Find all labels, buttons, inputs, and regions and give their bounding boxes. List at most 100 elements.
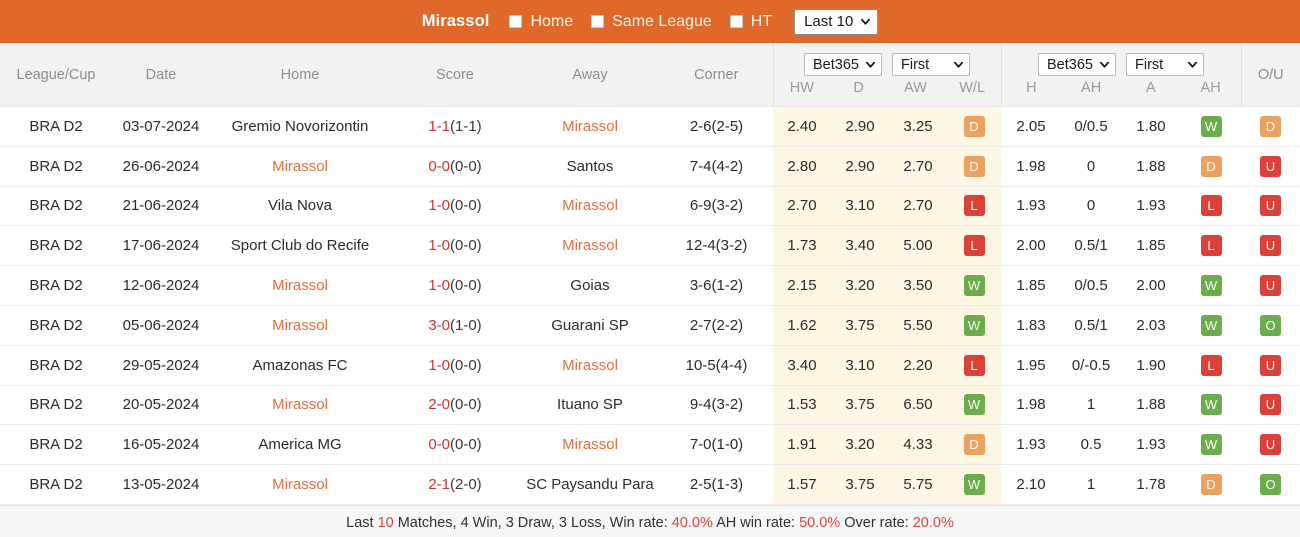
cell-result-wl: W xyxy=(947,385,1001,426)
cell-date: 17-06-2024 xyxy=(112,225,210,267)
period-select-1x2[interactable]: First xyxy=(892,53,970,76)
bookmaker-select-ah[interactable]: Bet365 xyxy=(1038,53,1116,76)
cell-score[interactable]: 1-1(1-1) xyxy=(390,106,520,147)
cell-away-team[interactable]: Mirassol xyxy=(520,345,660,386)
filter-toolbar: Mirassol Home Same League HT Last 10 xyxy=(0,0,1300,43)
period-select-ah[interactable]: First xyxy=(1126,53,1204,76)
cell-away-team[interactable]: SC Paysandu Para xyxy=(520,464,660,505)
table-row[interactable]: BRA D2 21-06-2024 Vila Nova 1-0(0-0) Mirasso… xyxy=(0,186,1300,227)
filter-ht[interactable]: HT xyxy=(729,13,772,31)
result-badge-ou: U xyxy=(1260,434,1281,456)
cell-ah-away-odds: 1.80 xyxy=(1121,106,1181,147)
table-row[interactable]: BRA D2 16-05-2024 America MG 0-0(0-0) Mirass… xyxy=(0,424,1300,466)
result-badge-ah: W xyxy=(1200,394,1222,416)
cell-home-team[interactable]: America MG xyxy=(210,424,390,466)
summary-win-rate: 40.0% xyxy=(671,515,713,532)
cell-score[interactable]: 1-0(0-0) xyxy=(390,265,520,306)
cell-result-wl: L xyxy=(947,345,1001,386)
table-row[interactable]: BRA D2 13-05-2024 Mirassol 2-1(2-0) SC Paysa… xyxy=(0,464,1300,505)
cell-ah-line: 0/0.5 xyxy=(1061,265,1121,306)
result-badge-ah: W xyxy=(1200,314,1222,336)
result-badge-ou: U xyxy=(1260,195,1281,217)
cell-ah-line: 0.5/1 xyxy=(1061,225,1121,267)
table-row[interactable]: BRA D2 26-06-2024 Mirassol 0-0(0-0) Santos 7-… xyxy=(0,146,1300,187)
page-title: Mirassol xyxy=(421,12,490,30)
cell-score[interactable]: 2-1(2-0) xyxy=(390,464,520,505)
cell-odds-aw: 5.00 xyxy=(889,225,947,267)
cell-away-team[interactable]: Mirassol xyxy=(520,225,660,267)
result-badge-ou: U xyxy=(1260,354,1281,376)
cell-home-team[interactable]: Vila Nova xyxy=(210,186,390,227)
table-row[interactable]: BRA D2 29-05-2024 Amazonas FC 1-0(0-0) Miras… xyxy=(0,345,1300,386)
cell-away-team[interactable]: Mirassol xyxy=(520,106,660,147)
result-badge-ah: L xyxy=(1200,235,1222,257)
table-row[interactable]: BRA D2 12-06-2024 Mirassol 1-0(0-0) Goias 3-6… xyxy=(0,265,1300,306)
cell-corner: 6-9(3-2) xyxy=(660,186,773,227)
result-badge-wl: W xyxy=(963,474,985,496)
cell-away-team[interactable]: Ituano SP xyxy=(520,385,660,426)
cell-score[interactable]: 1-0(0-0) xyxy=(390,186,520,227)
cell-score[interactable]: 1-0(0-0) xyxy=(390,345,520,386)
cell-ah-result: W xyxy=(1181,106,1241,147)
group-ah-selects: Bet365 First xyxy=(1038,53,1204,76)
cell-score[interactable]: 1-0(0-0) xyxy=(390,225,520,267)
cell-score[interactable]: 2-0(0-0) xyxy=(390,385,520,426)
cell-date: 21-06-2024 xyxy=(112,186,210,227)
table-row[interactable]: BRA D2 05-06-2024 Mirassol 3-0(1-0) Guarani … xyxy=(0,305,1300,346)
cell-odds-hw: 2.40 xyxy=(773,106,831,147)
cell-score[interactable]: 0-0(0-0) xyxy=(390,146,520,187)
cell-score[interactable]: 0-0(0-0) xyxy=(390,424,520,466)
chevron-down-icon xyxy=(1100,61,1109,68)
result-badge-wl: W xyxy=(963,394,985,416)
cell-home-team[interactable]: Mirassol xyxy=(210,265,390,306)
cell-away-team[interactable]: Goias xyxy=(520,265,660,306)
cell-home-team[interactable]: Amazonas FC xyxy=(210,345,390,386)
cell-odds-draw: 3.75 xyxy=(831,305,889,346)
filter-home[interactable]: Home xyxy=(509,13,573,31)
match-count-select[interactable]: Last 10 xyxy=(794,8,879,35)
result-badge-ou: D xyxy=(1260,115,1281,137)
checkbox-ht[interactable] xyxy=(729,15,743,28)
result-badge-wl: D xyxy=(963,115,985,137)
cell-away-team[interactable]: Mirassol xyxy=(520,424,660,466)
bookmaker-select-1x2[interactable]: Bet365 xyxy=(804,53,882,76)
cell-home-team[interactable]: Mirassol xyxy=(210,385,390,426)
cell-date: 13-05-2024 xyxy=(112,464,210,505)
table-row[interactable]: BRA D2 17-06-2024 Sport Club do Recife 1-0(… xyxy=(0,225,1300,267)
cell-home-team[interactable]: Sport Club do Recife xyxy=(210,225,390,267)
cell-odds-hw: 1.91 xyxy=(773,424,831,466)
cell-result-wl: D xyxy=(947,106,1001,147)
cell-league: BRA D2 xyxy=(0,265,112,306)
result-badge-ou: U xyxy=(1260,155,1281,177)
cell-ah-result: W xyxy=(1181,265,1241,306)
summary-middle: Matches, 4 Win, 3 Draw, 3 Loss, Win rate… xyxy=(393,515,672,532)
cell-ou-result: U xyxy=(1241,385,1300,426)
cell-ah-home-odds: 1.95 xyxy=(1001,345,1061,386)
result-badge-ou: U xyxy=(1260,235,1281,257)
col-header-d: D xyxy=(853,80,864,96)
cell-home-team[interactable]: Mirassol xyxy=(210,464,390,505)
group-ah-subcolumns: H AH A AH xyxy=(1002,80,1241,96)
cell-odds-aw: 2.70 xyxy=(889,186,947,227)
cell-home-team[interactable]: Gremio Novorizontin xyxy=(210,106,390,147)
cell-home-team[interactable]: Mirassol xyxy=(210,305,390,346)
group-ah-header: Bet365 First H AH A AH xyxy=(1002,43,1241,106)
cell-home-team[interactable]: Mirassol xyxy=(210,146,390,187)
cell-ah-result: W xyxy=(1181,305,1241,346)
cell-away-team[interactable]: Santos xyxy=(520,146,660,187)
checkbox-same-league[interactable] xyxy=(591,15,605,28)
cell-away-team[interactable]: Guarani SP xyxy=(520,305,660,346)
bookmaker-select-ah-value: Bet365 xyxy=(1047,56,1093,73)
table-row[interactable]: BRA D2 20-05-2024 Mirassol 2-0(0-0) Ituano S… xyxy=(0,385,1300,426)
cell-ou-result: U xyxy=(1241,345,1300,386)
checkbox-home[interactable] xyxy=(509,15,523,28)
result-badge-ah: W xyxy=(1200,434,1222,456)
chevron-down-icon xyxy=(1188,61,1197,68)
cell-score[interactable]: 3-0(1-0) xyxy=(390,305,520,346)
table-row[interactable]: BRA D2 03-07-2024 Gremio Novorizontin 1-1(1… xyxy=(0,106,1300,147)
result-badge-ah: W xyxy=(1200,275,1222,297)
cell-date: 03-07-2024 xyxy=(112,106,210,147)
result-badge-wl: L xyxy=(963,235,985,257)
cell-away-team[interactable]: Mirassol xyxy=(520,186,660,227)
filter-same-league[interactable]: Same League xyxy=(591,13,712,31)
